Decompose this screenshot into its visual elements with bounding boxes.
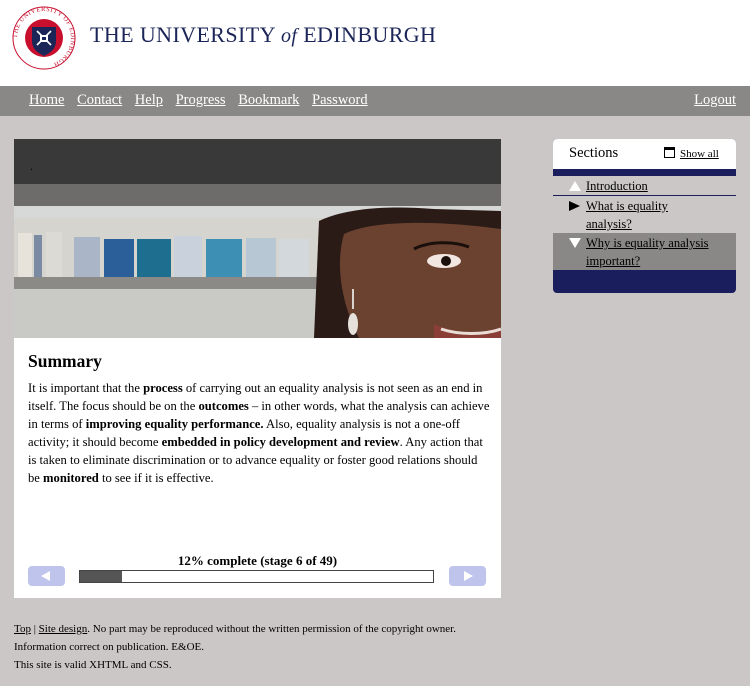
nav-links: Home Contact Help Progress Bookmark Pass…: [29, 92, 377, 109]
university-name: THE UNIVERSITY of EDINBURGH: [90, 22, 436, 48]
footer-top-link[interactable]: Top: [14, 623, 31, 635]
footer-line-3: This site is valid XHTML and CSS.: [14, 659, 172, 671]
university-crest-logo: THE UNIVERSITY OF EDINBURGH: [12, 6, 76, 70]
sections-panel: Sections Show all Introduction What is e…: [553, 139, 736, 293]
triangle-up-icon: [569, 181, 581, 191]
section-link-what-is[interactable]: What is equality analysis?: [586, 197, 706, 233]
progress-bar: [79, 570, 434, 583]
next-button[interactable]: [449, 566, 486, 586]
title-part-end: EDINBURGH: [297, 22, 437, 47]
nav-home-link[interactable]: Home: [29, 92, 64, 108]
show-all-link[interactable]: Show all: [664, 147, 719, 160]
content-panel: . Summary It is important that the proce…: [14, 139, 501, 598]
main-nav: Home Contact Help Progress Bookmark Pass…: [0, 86, 750, 116]
footer-line-2: Information correct on publication. E&OE…: [14, 641, 204, 653]
progress-bar-fill: [80, 571, 123, 582]
nav-progress-link[interactable]: Progress: [176, 92, 226, 108]
title-part-main: THE UNIVERSITY: [90, 22, 281, 47]
previous-button[interactable]: [28, 566, 65, 586]
summary-heading: Summary: [28, 351, 102, 371]
section-link-introduction[interactable]: Introduction: [586, 177, 648, 195]
summary-text: It is important that the process of carr…: [28, 381, 490, 485]
hero-image: [14, 139, 501, 338]
nav-password-link[interactable]: Password: [312, 92, 368, 108]
sections-header: Sections Show all: [553, 139, 736, 169]
nav-contact-link[interactable]: Contact: [77, 92, 122, 108]
footer-line-1: Top | Site design. No part may be reprod…: [14, 623, 456, 635]
section-item-why-is[interactable]: Why is equality analysis important?: [553, 233, 736, 270]
nav-help-link[interactable]: Help: [135, 92, 163, 108]
triangle-right-icon: [569, 201, 580, 211]
title-part-of: of: [280, 25, 298, 47]
site-header: THE UNIVERSITY OF EDINBURGH THE UNIVERSI…: [0, 0, 750, 86]
section-item-what-is[interactable]: What is equality analysis?: [553, 196, 736, 233]
progress-label: 12% complete (stage 6 of 49): [177, 553, 338, 568]
logout-link[interactable]: Logout: [694, 92, 736, 109]
hero-caption: .: [30, 159, 33, 173]
site-footer: Top | Site design. No part may be reprod…: [14, 620, 456, 674]
footer-site-design-link[interactable]: Site design: [39, 623, 88, 635]
sections-title: Sections: [569, 145, 619, 161]
section-item-introduction[interactable]: Introduction: [553, 176, 736, 196]
triangle-down-icon: [569, 238, 581, 248]
section-link-why-is[interactable]: Why is equality analysis important?: [586, 234, 726, 270]
nav-bookmark-link[interactable]: Bookmark: [238, 92, 299, 108]
